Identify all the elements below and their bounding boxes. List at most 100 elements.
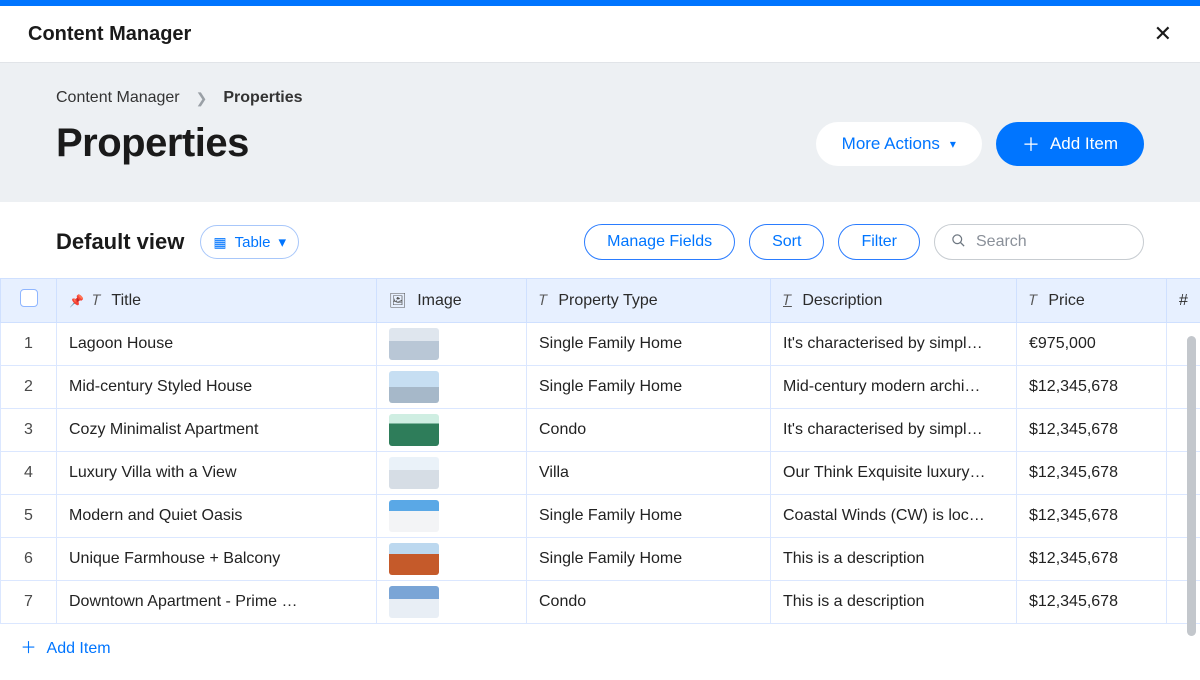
cell-property-type[interactable]: Single Family Home bbox=[527, 366, 771, 409]
chevron-down-icon: ▾ bbox=[278, 233, 286, 251]
view-title: Default view bbox=[56, 229, 184, 255]
column-extra[interactable]: # bbox=[1167, 279, 1200, 323]
table-row[interactable]: 1Lagoon HouseSingle Family HomeIt's char… bbox=[1, 323, 1200, 366]
header-row: 📌 𝑇 Title 🖼 Image 𝑇 Property Type 𝑇 Desc… bbox=[1, 279, 1200, 323]
cell-image[interactable] bbox=[377, 581, 527, 624]
cell-property-type[interactable]: Single Family Home bbox=[527, 538, 771, 581]
table-row[interactable]: 5Modern and Quiet Oasis Single Family Hom… bbox=[1, 495, 1200, 538]
image-type-icon: 🖼 bbox=[389, 292, 407, 309]
cell-title[interactable]: Cozy Minimalist Apartment bbox=[57, 409, 377, 452]
data-grid: 📌 𝑇 Title 🖼 Image 𝑇 Property Type 𝑇 Desc… bbox=[0, 278, 1200, 668]
row-number: 7 bbox=[1, 581, 57, 624]
cell-title[interactable]: Mid-century Styled House bbox=[57, 366, 377, 409]
breadcrumb: Content Manager ❯ Properties bbox=[56, 89, 1144, 107]
more-actions-label: More Actions bbox=[842, 134, 940, 154]
page-title: Properties bbox=[56, 121, 249, 166]
column-price[interactable]: 𝑇 Price bbox=[1017, 279, 1167, 323]
cell-description[interactable]: This is a description bbox=[771, 538, 1017, 581]
cell-price[interactable]: $12,345,678 bbox=[1017, 452, 1167, 495]
thumbnail bbox=[389, 543, 439, 575]
pin-icon: 📌 bbox=[69, 294, 84, 308]
cell-property-type[interactable]: Single Family Home bbox=[527, 495, 771, 538]
cell-title[interactable]: Modern and Quiet Oasis bbox=[57, 495, 377, 538]
cell-description[interactable]: Our Think Exquisite luxury… bbox=[771, 452, 1017, 495]
cell-description[interactable]: Mid-century modern archi… bbox=[771, 366, 1017, 409]
chevron-down-icon: ▾ bbox=[950, 137, 956, 151]
cell-title[interactable]: Lagoon House bbox=[57, 323, 377, 366]
text-type-icon: 𝑇 bbox=[92, 292, 101, 309]
thumbnail bbox=[389, 414, 439, 446]
text-type-icon: 𝑇 bbox=[539, 292, 548, 309]
app-title: Content Manager bbox=[28, 23, 191, 46]
plus-icon: ＋ bbox=[21, 640, 37, 657]
cell-price[interactable]: $12,345,678 bbox=[1017, 409, 1167, 452]
filter-button[interactable]: Filter bbox=[838, 224, 920, 260]
manage-fields-button[interactable]: Manage Fields bbox=[584, 224, 735, 260]
table-row[interactable]: 3Cozy Minimalist Apartment CondoIt's char… bbox=[1, 409, 1200, 452]
cell-property-type[interactable]: Single Family Home bbox=[527, 323, 771, 366]
cell-description[interactable]: Coastal Winds (CW) is loc… bbox=[771, 495, 1017, 538]
breadcrumb-current: Properties bbox=[223, 89, 302, 107]
search-field[interactable] bbox=[934, 224, 1144, 260]
select-all-header bbox=[1, 279, 57, 323]
view-mode-switch[interactable]: ▦ Table ▾ bbox=[200, 225, 299, 259]
table-row[interactable]: 2Mid-century Styled House Single Family H… bbox=[1, 366, 1200, 409]
table-row[interactable]: 7Downtown Apartment - Prime … CondoThis i… bbox=[1, 581, 1200, 624]
cell-description[interactable]: It's characterised by simpl… bbox=[771, 323, 1017, 366]
more-actions-button[interactable]: More Actions ▾ bbox=[816, 122, 982, 166]
cell-description[interactable]: This is a description bbox=[771, 581, 1017, 624]
cell-image[interactable] bbox=[377, 366, 527, 409]
scrollbar[interactable] bbox=[1187, 336, 1196, 636]
table-row[interactable]: 6Unique Farmhouse + Balcony Single Family… bbox=[1, 538, 1200, 581]
cell-image[interactable] bbox=[377, 452, 527, 495]
cell-description[interactable]: It's characterised by simpl… bbox=[771, 409, 1017, 452]
text-type-icon: 𝑇 bbox=[1029, 292, 1038, 309]
breadcrumb-root[interactable]: Content Manager bbox=[56, 89, 180, 107]
thumbnail bbox=[389, 457, 439, 489]
close-icon[interactable]: ✕ bbox=[1154, 23, 1172, 45]
row-number: 5 bbox=[1, 495, 57, 538]
toolbar: Default view ▦ Table ▾ Manage Fields Sor… bbox=[0, 202, 1200, 278]
row-number: 4 bbox=[1, 452, 57, 495]
row-number: 3 bbox=[1, 409, 57, 452]
cell-title[interactable]: Luxury Villa with a View bbox=[57, 452, 377, 495]
thumbnail bbox=[389, 586, 439, 618]
thumbnail bbox=[389, 500, 439, 532]
cell-title[interactable]: Downtown Apartment - Prime … bbox=[57, 581, 377, 624]
thumbnail bbox=[389, 371, 439, 403]
table-row[interactable]: 4Luxury Villa with a View VillaOur Think … bbox=[1, 452, 1200, 495]
column-description[interactable]: 𝑇 Description bbox=[771, 279, 1017, 323]
cell-image[interactable] bbox=[377, 495, 527, 538]
cell-image[interactable] bbox=[377, 323, 527, 366]
row-number: 6 bbox=[1, 538, 57, 581]
cell-price[interactable]: $12,345,678 bbox=[1017, 495, 1167, 538]
search-icon bbox=[951, 233, 966, 252]
cell-image[interactable] bbox=[377, 538, 527, 581]
add-item-button[interactable]: ＋ Add Item bbox=[996, 122, 1144, 166]
add-item-row[interactable]: ＋ Add Item bbox=[1, 624, 1200, 669]
cell-image[interactable] bbox=[377, 409, 527, 452]
column-property-type[interactable]: 𝑇 Property Type bbox=[527, 279, 771, 323]
plus-icon: ＋ bbox=[1022, 131, 1040, 157]
search-input[interactable] bbox=[976, 233, 1127, 251]
footer-add-label: Add Item bbox=[47, 640, 111, 657]
cell-price[interactable]: $12,345,678 bbox=[1017, 581, 1167, 624]
row-number: 2 bbox=[1, 366, 57, 409]
column-title[interactable]: 📌 𝑇 Title bbox=[57, 279, 377, 323]
thumbnail bbox=[389, 328, 439, 360]
cell-property-type[interactable]: Villa bbox=[527, 452, 771, 495]
cell-property-type[interactable]: Condo bbox=[527, 409, 771, 452]
column-image[interactable]: 🖼 Image bbox=[377, 279, 527, 323]
sort-button[interactable]: Sort bbox=[749, 224, 824, 260]
select-all-checkbox[interactable] bbox=[20, 289, 38, 307]
cell-title[interactable]: Unique Farmhouse + Balcony bbox=[57, 538, 377, 581]
table-icon: ▦ bbox=[213, 234, 226, 251]
cell-price[interactable]: $12,345,678 bbox=[1017, 366, 1167, 409]
text-type-icon: 𝑇 bbox=[783, 292, 792, 309]
cell-property-type[interactable]: Condo bbox=[527, 581, 771, 624]
chevron-right-icon: ❯ bbox=[196, 90, 208, 107]
cell-price[interactable]: $12,345,678 bbox=[1017, 538, 1167, 581]
title-bar: Content Manager ✕ bbox=[0, 6, 1200, 63]
view-mode-label: Table bbox=[235, 234, 271, 251]
cell-price[interactable]: €975,000 bbox=[1017, 323, 1167, 366]
